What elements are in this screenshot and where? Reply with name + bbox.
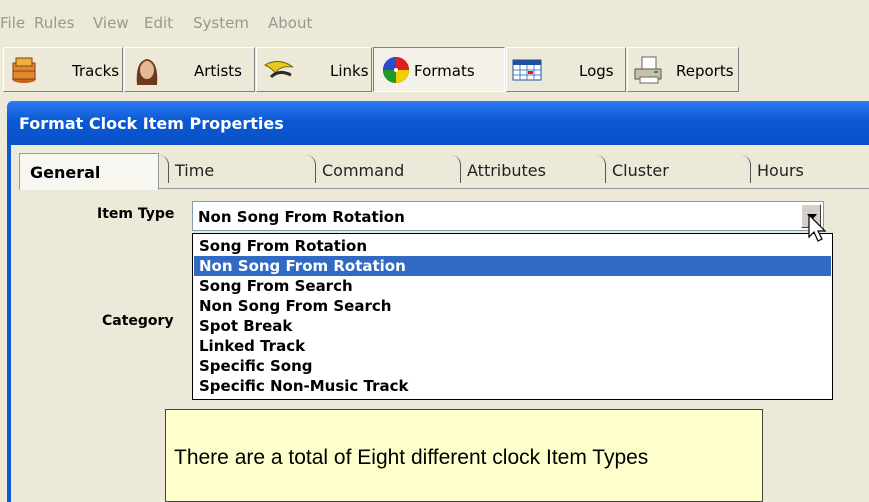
menu-view[interactable]: View: [93, 14, 129, 32]
tab-command-label: Command: [322, 161, 405, 180]
item-type-dropdown-list: Song From Rotation Non Song From Rotatio…: [192, 233, 833, 400]
logs-icon: [512, 59, 542, 81]
option-song-from-search[interactable]: Song From Search: [194, 276, 831, 296]
menu-rules[interactable]: Rules: [34, 14, 74, 32]
tracks-icon: [12, 57, 36, 83]
tab-cluster-label: Cluster: [612, 161, 669, 180]
item-type-select[interactable]: Non Song From Rotation: [192, 201, 824, 231]
artists-icon: [136, 59, 158, 85]
logs-button[interactable]: Logs: [506, 47, 626, 92]
option-non-song-from-search[interactable]: Non Song From Search: [194, 296, 831, 316]
reports-label: Reports: [676, 62, 734, 80]
menu-about[interactable]: About: [268, 14, 312, 32]
links-button[interactable]: Links: [256, 47, 372, 92]
tab-strip: General Time Command Attributes Cluster …: [19, 151, 869, 190]
dialog-title: Format Clock Item Properties: [19, 114, 284, 133]
menu-bar: File Rules View Edit System About: [0, 0, 869, 44]
tab-time-label: Time: [175, 161, 215, 180]
tab-attributes[interactable]: Attributes: [451, 155, 596, 187]
logs-label: Logs: [579, 62, 614, 80]
artists-label: Artists: [194, 62, 242, 80]
toolbar: Tracks Artists Links Formats Logs Report…: [0, 44, 869, 97]
tab-general[interactable]: General: [19, 153, 159, 190]
reports-button[interactable]: Reports: [627, 47, 739, 92]
tab-time[interactable]: Time: [159, 155, 306, 187]
tab-general-label: General: [30, 163, 101, 182]
menu-system[interactable]: System: [193, 14, 249, 32]
artists-button[interactable]: Artists: [124, 47, 255, 92]
item-type-value: Non Song From Rotation: [198, 208, 405, 226]
info-callout: There are a total of Eight different clo…: [165, 409, 763, 502]
option-non-song-from-rotation[interactable]: Non Song From Rotation: [194, 256, 831, 276]
tab-hours-label: Hours: [757, 161, 804, 180]
links-label: Links: [330, 62, 369, 80]
reports-icon: [634, 56, 662, 84]
tab-command[interactable]: Command: [306, 155, 451, 187]
item-type-label: Item Type: [97, 206, 175, 222]
formats-icon: [383, 57, 409, 83]
dialog-title-bar[interactable]: Format Clock Item Properties: [7, 101, 869, 145]
menu-file[interactable]: File: [0, 14, 25, 32]
tab-cluster[interactable]: Cluster: [596, 155, 741, 187]
option-linked-track[interactable]: Linked Track: [194, 336, 831, 356]
option-specific-non-music-track[interactable]: Specific Non-Music Track: [194, 376, 831, 396]
tab-hours[interactable]: Hours: [741, 155, 861, 187]
menu-edit[interactable]: Edit: [144, 14, 173, 32]
tab-attributes-label: Attributes: [467, 161, 546, 180]
formats-label: Formats: [414, 62, 475, 80]
option-specific-song[interactable]: Specific Song: [194, 356, 831, 376]
callout-text: There are a total of Eight different clo…: [174, 446, 649, 469]
links-icon: [263, 61, 294, 79]
category-label: Category: [102, 313, 174, 329]
option-song-from-rotation[interactable]: Song From Rotation: [194, 236, 831, 256]
tracks-label: Tracks: [72, 62, 120, 80]
formats-button[interactable]: Formats: [373, 47, 505, 92]
option-spot-break[interactable]: Spot Break: [194, 316, 831, 336]
mouse-cursor-icon: [808, 213, 827, 242]
tracks-button[interactable]: Tracks: [3, 47, 123, 92]
